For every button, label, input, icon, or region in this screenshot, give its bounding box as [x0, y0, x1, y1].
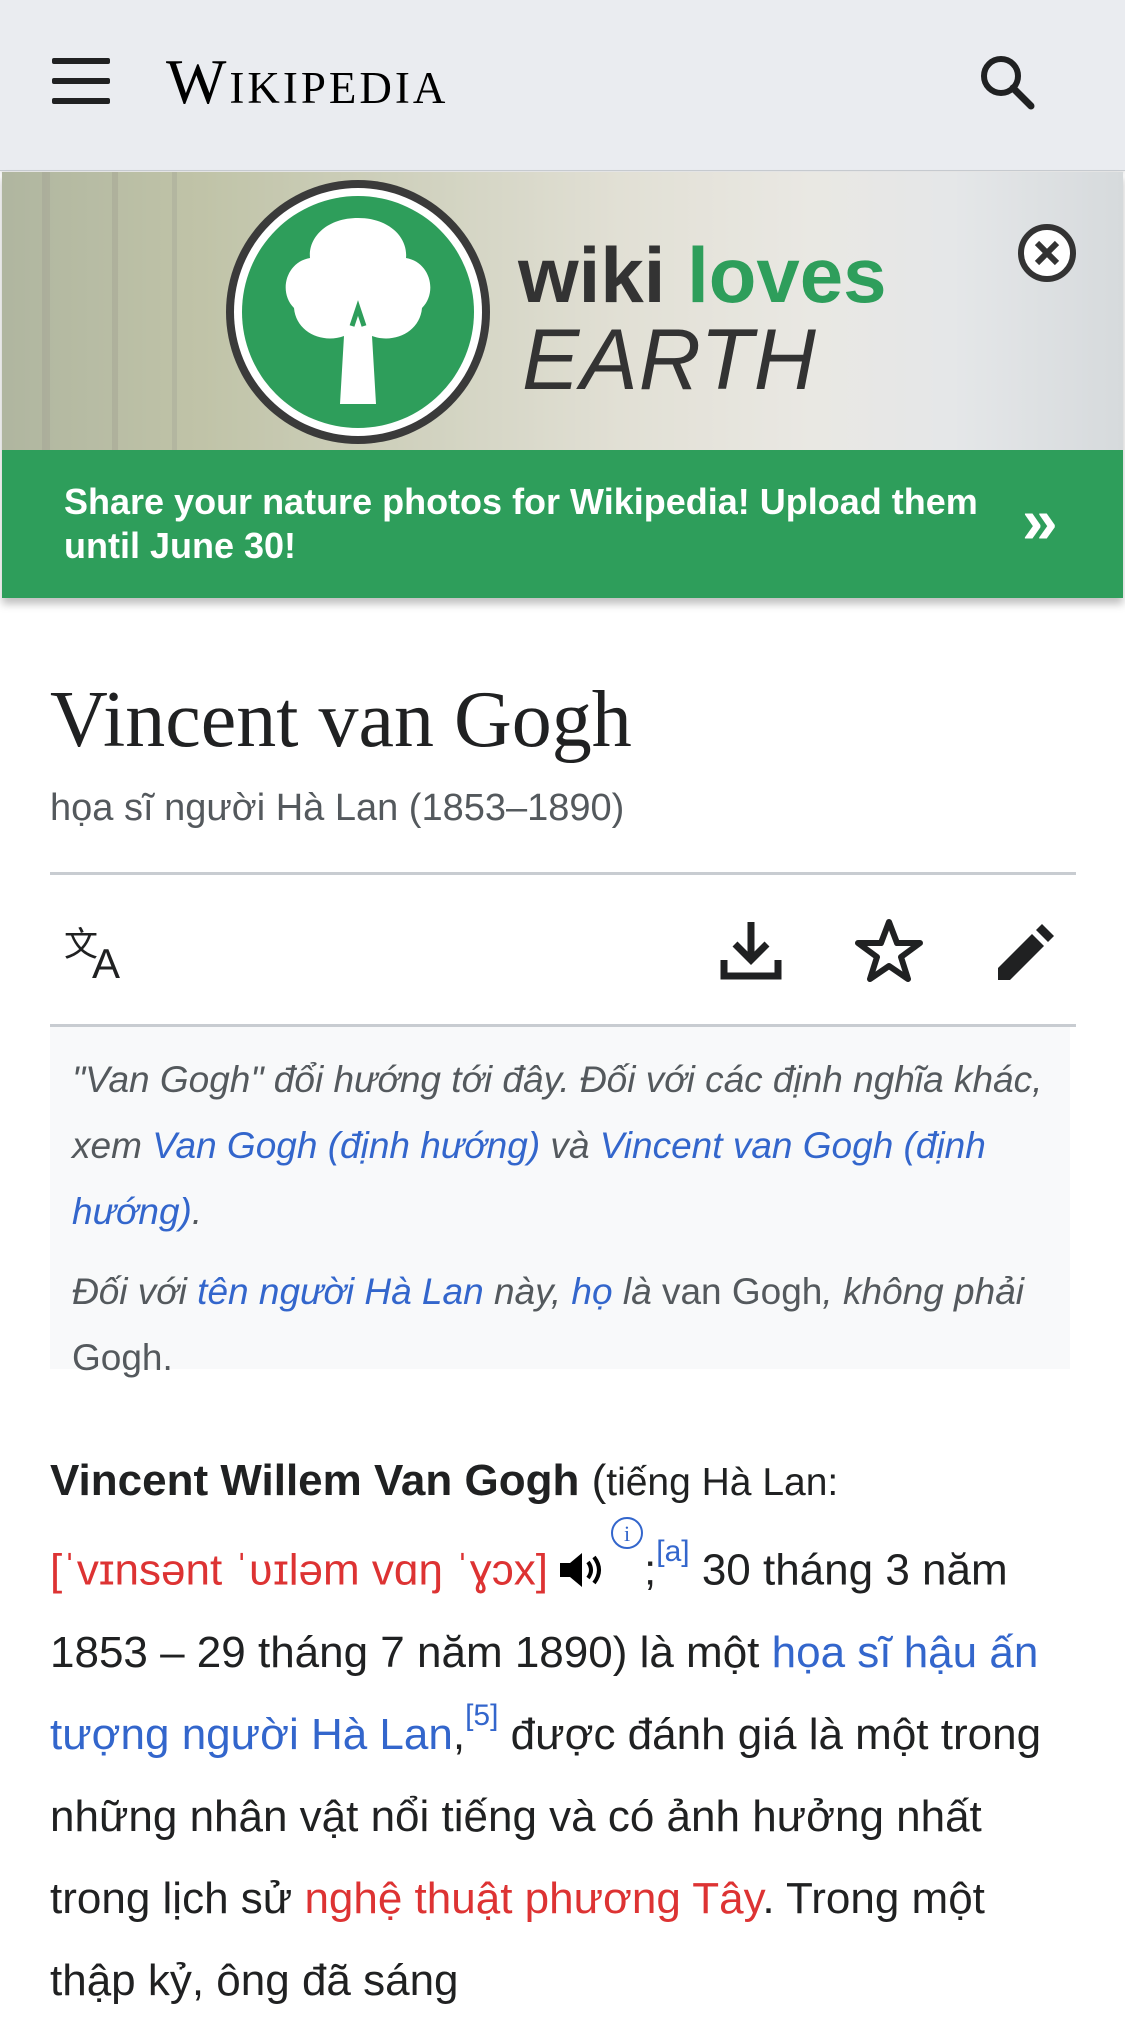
speaker-audio-icon[interactable]: [558, 1549, 610, 1591]
edit-pencil-icon[interactable]: [992, 916, 1062, 986]
language-icon[interactable]: 文 A: [62, 916, 132, 986]
campaign-banner: wiki loves EARTH Share your nature photo…: [2, 172, 1123, 598]
close-circle-icon[interactable]: [1016, 222, 1078, 284]
top-header: Wikipedia: [0, 0, 1125, 171]
reference-a[interactable]: [a]: [656, 1535, 689, 1568]
page-title: Vincent van Gogh: [50, 676, 632, 764]
bold-name: Vincent Willem Van Gogh: [50, 1456, 580, 1505]
banner-cta[interactable]: Share your nature photos for Wikipedia! …: [2, 450, 1123, 598]
divider: [50, 872, 1076, 875]
svg-text:A: A: [92, 940, 120, 986]
hatnote: "Van Gogh" đổi hướng tới đây. Đối với cá…: [50, 1027, 1070, 1378]
tree-logo-icon: [226, 180, 490, 444]
double-chevron-right-icon: »: [1022, 485, 1058, 557]
language-label: tiếng Hà Lan:: [606, 1461, 839, 1504]
hatnote-naming: Đối với tên người Hà Lan này, họ là van …: [72, 1271, 1024, 1378]
watchlist-star-icon[interactable]: [854, 916, 924, 986]
link-dutch-name[interactable]: tên người Hà Lan: [197, 1271, 484, 1312]
page-description: họa sĩ người Hà Lan (1853–1890): [50, 787, 625, 829]
brand-word-earth: EARTH: [522, 312, 817, 408]
hamburger-menu-icon[interactable]: [52, 58, 110, 104]
reference-5[interactable]: [5]: [465, 1699, 498, 1732]
banner-message: Share your nature photos for Wikipedia! …: [64, 481, 978, 566]
link-surname[interactable]: họ: [571, 1271, 612, 1312]
link-van-gogh-disambiguation[interactable]: Van Gogh (định hướng): [152, 1125, 540, 1166]
search-icon[interactable]: [975, 50, 1039, 114]
svg-text:i: i: [624, 1521, 630, 1546]
lead-paragraph: Vincent Willem Van Gogh (tiếng Hà Lan: [ˈ…: [50, 1456, 1042, 2005]
link-western-art[interactable]: nghệ thuật phương Tây: [304, 1874, 762, 1923]
ipa-link[interactable]: [ˈvɪnsənt ˈʋɪləm vɑŋ ˈɣɔx]: [50, 1546, 548, 1595]
brand-word-loves: loves: [687, 231, 887, 319]
brand-word-wiki: wiki: [518, 231, 666, 319]
wikipedia-wordmark[interactable]: Wikipedia: [166, 42, 448, 122]
download-icon[interactable]: [716, 916, 786, 986]
hatnote-disambiguation: "Van Gogh" đổi hướng tới đây. Đối với cá…: [72, 1059, 1043, 1232]
info-circle-icon[interactable]: i: [610, 1516, 644, 1550]
brand-wiki-loves: wiki loves: [518, 230, 887, 320]
